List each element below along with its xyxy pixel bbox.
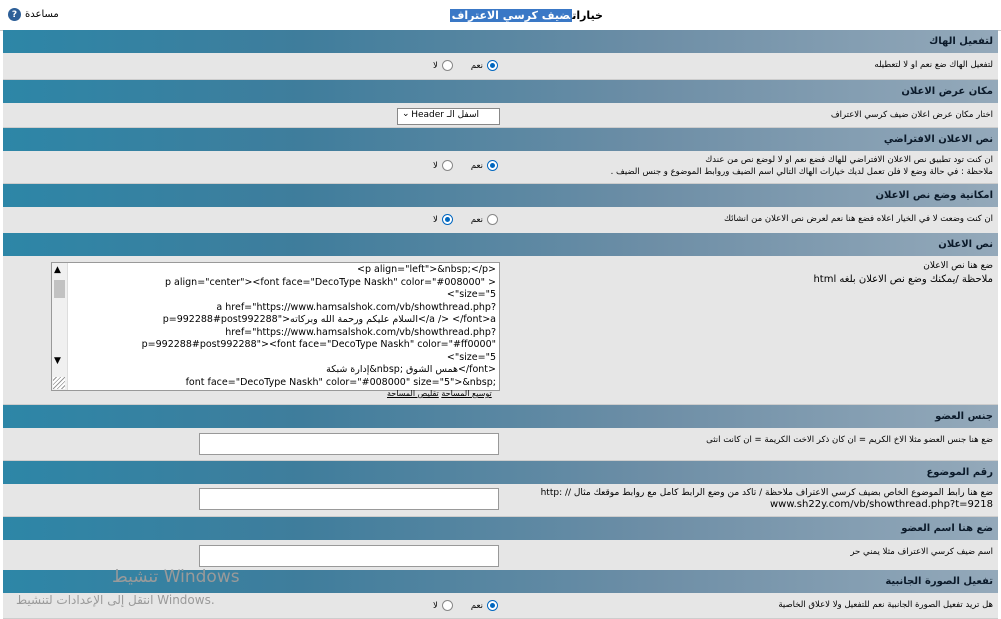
chevron-down-icon[interactable]: ⌄ [402, 109, 410, 119]
row-ad-text: ضع هنا نص الاعلان ملاحظة /يمكنك وضع نص ا… [3, 256, 998, 405]
help-label[interactable]: مساعدة [25, 9, 59, 20]
textarea-content[interactable]: <p align="left">&nbsp;</p> p align="cente… [71, 264, 496, 389]
scroll-down-icon[interactable]: ▼ [54, 356, 61, 366]
select-value: اسفل الـ Header [411, 110, 479, 120]
activation-watermark-subtitle: انتقل إلى الإعدادات لتنشيط Windows. [16, 593, 215, 607]
radio-yes-label: نعم [470, 214, 483, 225]
row-thread-number: ضع هنا رابط الموضوع الخاص بضيف كرسي الاع… [3, 484, 998, 517]
radio-yes-label: نعم [470, 160, 483, 171]
row-description: ضع هنا جنس العضو مثلا الاخ الكريم = ان ك… [706, 435, 993, 445]
resize-grip-icon[interactable] [53, 377, 65, 389]
radio-group: نعم لا [433, 60, 498, 71]
radio-no[interactable] [441, 600, 453, 611]
section-header-enable-hack: لتفعيل الهاك [3, 30, 998, 53]
textarea-scrollbar[interactable]: ▲ ▼ [52, 263, 68, 390]
textarea-size-links: توسيع المساحة تقليص المساحة [387, 389, 492, 398]
title-highlight: ضيف كرسي الاعتراف [449, 9, 573, 22]
shrink-link[interactable]: تقليص المساحة [387, 389, 439, 398]
radio-yes[interactable] [486, 60, 498, 71]
row-description: اسم ضيف كرسي الاعتراف مثلا يمني حر [850, 547, 993, 557]
row-custom-ad-text: ان كنت وضعت لا في الخيار اعلاه فضع هنا ن… [3, 207, 998, 234]
help-button[interactable]: ? مساعدة [8, 8, 59, 21]
scroll-up-icon[interactable]: ▲ [54, 265, 61, 275]
radio-no-label: لا [433, 60, 438, 71]
section-header-custom-ad-text: امكانية وضع نص الاعلان [3, 184, 998, 207]
row-description: لتفعيل الهاك ضع نعم او لا لتعطيله [874, 60, 993, 70]
row-default-ad-text: ان كنت تود تطبيق نص الاعلان الافتراضي لل… [3, 151, 998, 184]
radio-group: نعم لا [433, 600, 498, 611]
thread-url-input[interactable] [199, 488, 499, 510]
expand-link[interactable]: توسيع المساحة [441, 389, 491, 398]
row-description: ان كنت تود تطبيق نص الاعلان الافتراضي لل… [610, 155, 993, 177]
radio-yes-label: نعم [470, 600, 483, 611]
window-titlebar: خياراتضيف كرسي الاعتراف ? مساعدة [0, 0, 1001, 31]
help-icon[interactable]: ? [8, 8, 21, 21]
member-name-input[interactable] [199, 545, 499, 567]
radio-yes-label: نعم [470, 60, 483, 71]
radio-no-label: لا [433, 214, 438, 225]
row-description: هل تريد تفعيل الصورة الجانبية نعم للتفعي… [778, 600, 993, 610]
row-enable-hack: لتفعيل الهاك ضع نعم او لا لتعطيله نعم لا [3, 53, 998, 80]
radio-yes[interactable] [486, 214, 498, 225]
member-gender-input[interactable] [199, 433, 499, 455]
radio-yes[interactable] [486, 600, 498, 611]
row-ad-position: اختار مكان عرض اعلان ضيف كرسي الاعتراف ا… [3, 103, 998, 128]
radio-no[interactable] [441, 214, 453, 225]
section-header-member-name: ضع هنا اسم العضو [3, 517, 998, 540]
ad-position-select[interactable]: اسفل الـ Header ⌄ [397, 108, 500, 125]
radio-group: نعم لا [433, 160, 498, 171]
radio-no-label: لا [433, 160, 438, 171]
radio-yes[interactable] [486, 160, 498, 171]
section-header-member-gender: جنس العضو [3, 405, 998, 428]
radio-group: نعم لا [433, 214, 498, 225]
row-member-gender: ضع هنا جنس العضو مثلا الاخ الكريم = ان ك… [3, 428, 998, 461]
scroll-thumb[interactable] [54, 280, 65, 298]
row-description: ضع هنا رابط الموضوع الخاص بضيف كرسي الاع… [540, 488, 993, 510]
row-description: ضع هنا نص الاعلان ملاحظة /يمكنك وضع نص ا… [813, 261, 993, 285]
radio-no-label: لا [433, 600, 438, 611]
section-header-ad-position: مكان عرض الاعلان [3, 80, 998, 103]
ad-text-textarea[interactable]: ▲ ▼ <p align="left">&nbsp;</p> p align="c… [51, 262, 500, 391]
window-title: خياراتضيف كرسي الاعتراف [449, 9, 603, 22]
section-header-default-ad-text: نص الاعلان الافتراضي [3, 128, 998, 151]
radio-no[interactable] [441, 160, 453, 171]
row-description: اختار مكان عرض اعلان ضيف كرسي الاعتراف [830, 110, 993, 120]
section-header-ad-text: نص الاعلان [3, 233, 998, 256]
section-header-thread-number: رقم الموضوع [3, 461, 998, 484]
activation-watermark-title: تنشيط Windows [112, 567, 240, 587]
radio-no[interactable] [441, 60, 453, 71]
row-description: ان كنت وضعت لا في الخيار اعلاه فضع هنا ن… [723, 214, 993, 224]
options-panel: لتفعيل الهاك لتفعيل الهاك ضع نعم او لا ل… [3, 30, 998, 619]
